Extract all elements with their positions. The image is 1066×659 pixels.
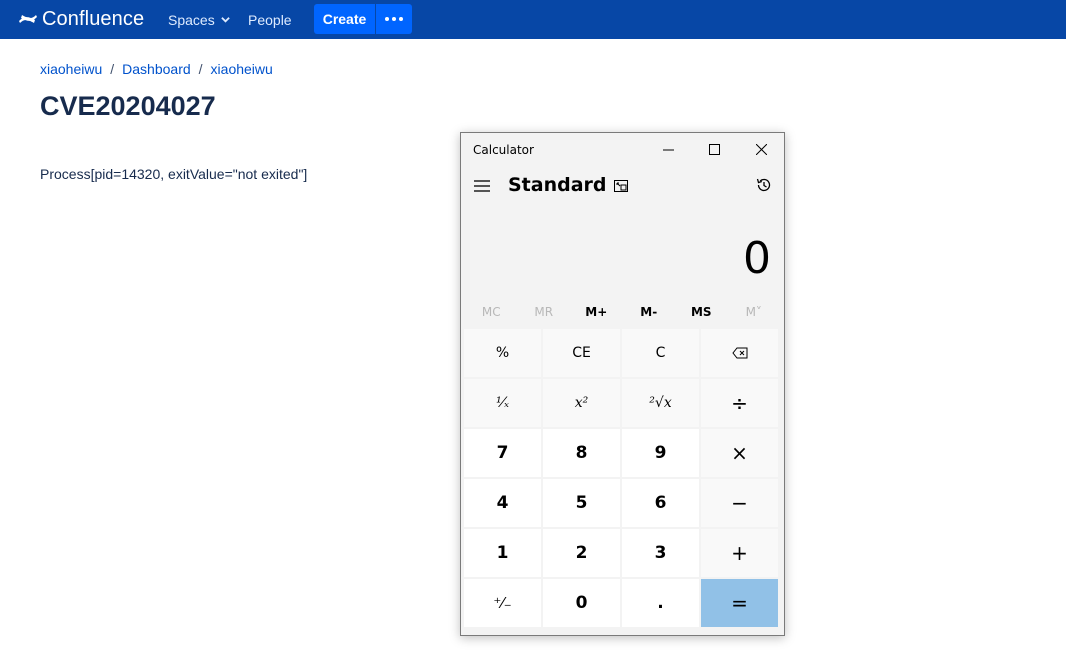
spaces-menu[interactable]: Spaces xyxy=(168,10,230,29)
backspace-icon xyxy=(731,347,747,359)
logo-text: Confluence xyxy=(42,7,145,30)
digit-6-button[interactable]: 6 xyxy=(622,479,699,527)
backspace-button[interactable] xyxy=(701,329,778,377)
breadcrumb-link-dashboard[interactable]: Dashboard xyxy=(122,61,191,77)
confluence-logo[interactable]: Confluence xyxy=(18,7,144,31)
top-navigation-bar: Confluence Spaces People Create xyxy=(0,0,1066,39)
calculator-header: Standard xyxy=(461,173,784,199)
close-button[interactable] xyxy=(738,133,784,165)
memory-clear-button[interactable]: MC xyxy=(465,305,518,323)
square-root-button[interactable]: ²√x xyxy=(622,379,699,427)
memory-row: MC MR M+ M- MS M˅ xyxy=(465,305,780,323)
digit-4-button[interactable]: 4 xyxy=(464,479,541,527)
breadcrumb: xiaoheiwu / Dashboard / xiaoheiwu xyxy=(40,61,273,77)
reciprocal-button[interactable]: ¹⁄ₓ xyxy=(464,379,541,427)
equals-button[interactable]: = xyxy=(701,579,778,627)
maximize-button[interactable] xyxy=(691,133,737,165)
chevron-down-icon xyxy=(220,17,230,23)
percent-button[interactable]: % xyxy=(464,329,541,377)
digit-2-button[interactable]: 2 xyxy=(543,529,620,577)
negate-button[interactable]: ⁺⁄₋ xyxy=(464,579,541,627)
people-link[interactable]: People xyxy=(248,10,292,29)
calculator-titlebar[interactable]: Calculator xyxy=(461,133,784,165)
memory-recall-button[interactable]: MR xyxy=(518,305,571,323)
calculator-mode-title: Standard xyxy=(508,174,607,196)
memory-list-button[interactable]: M˅ xyxy=(728,305,781,323)
calculator-window: Calculator Standard 0 MC MR M+ M- MS M˅ … xyxy=(460,132,785,636)
breadcrumb-link-space[interactable]: xiaoheiwu xyxy=(40,61,102,77)
minimize-button[interactable] xyxy=(645,133,691,165)
maximize-icon xyxy=(708,143,720,155)
page-title: CVE20204027 xyxy=(40,91,216,121)
spaces-label: Spaces xyxy=(168,11,215,28)
keep-on-top-icon[interactable] xyxy=(613,178,629,194)
memory-store-button[interactable]: MS xyxy=(675,305,728,323)
breadcrumb-link-page[interactable]: xiaoheiwu xyxy=(211,61,273,77)
digit-7-button[interactable]: 7 xyxy=(464,429,541,477)
square-button[interactable]: x² xyxy=(543,379,620,427)
window-title: Calculator xyxy=(473,143,534,157)
memory-add-button[interactable]: M+ xyxy=(570,305,623,323)
hamburger-menu-icon[interactable] xyxy=(473,178,491,194)
minimize-icon xyxy=(662,149,674,150)
more-options-button[interactable] xyxy=(376,4,412,34)
digit-1-button[interactable]: 1 xyxy=(464,529,541,577)
subtract-button[interactable]: − xyxy=(701,479,778,527)
confluence-icon xyxy=(19,15,37,23)
decimal-point-button[interactable]: . xyxy=(622,579,699,627)
ellipsis-dot xyxy=(392,17,396,21)
ellipsis-dot xyxy=(399,17,403,21)
digit-8-button[interactable]: 8 xyxy=(543,429,620,477)
page-body-text: Process[pid=14320, exitValue="not exited… xyxy=(40,166,308,182)
breadcrumb-separator: / xyxy=(198,61,203,77)
multiply-button[interactable]: × xyxy=(701,429,778,477)
create-button[interactable]: Create xyxy=(314,4,375,34)
divide-button[interactable]: ÷ xyxy=(701,379,778,427)
digit-3-button[interactable]: 3 xyxy=(622,529,699,577)
history-icon[interactable] xyxy=(755,176,773,194)
memory-subtract-button[interactable]: M- xyxy=(623,305,676,323)
digit-0-button[interactable]: 0 xyxy=(543,579,620,627)
ellipsis-icon xyxy=(385,17,389,21)
digit-9-button[interactable]: 9 xyxy=(622,429,699,477)
add-button[interactable]: + xyxy=(701,529,778,577)
clear-entry-button[interactable]: CE xyxy=(543,329,620,377)
digit-5-button[interactable]: 5 xyxy=(543,479,620,527)
breadcrumb-separator: / xyxy=(110,61,115,77)
close-icon xyxy=(755,143,767,155)
calculator-display: 0 xyxy=(743,233,771,284)
clear-button[interactable]: C xyxy=(622,329,699,377)
